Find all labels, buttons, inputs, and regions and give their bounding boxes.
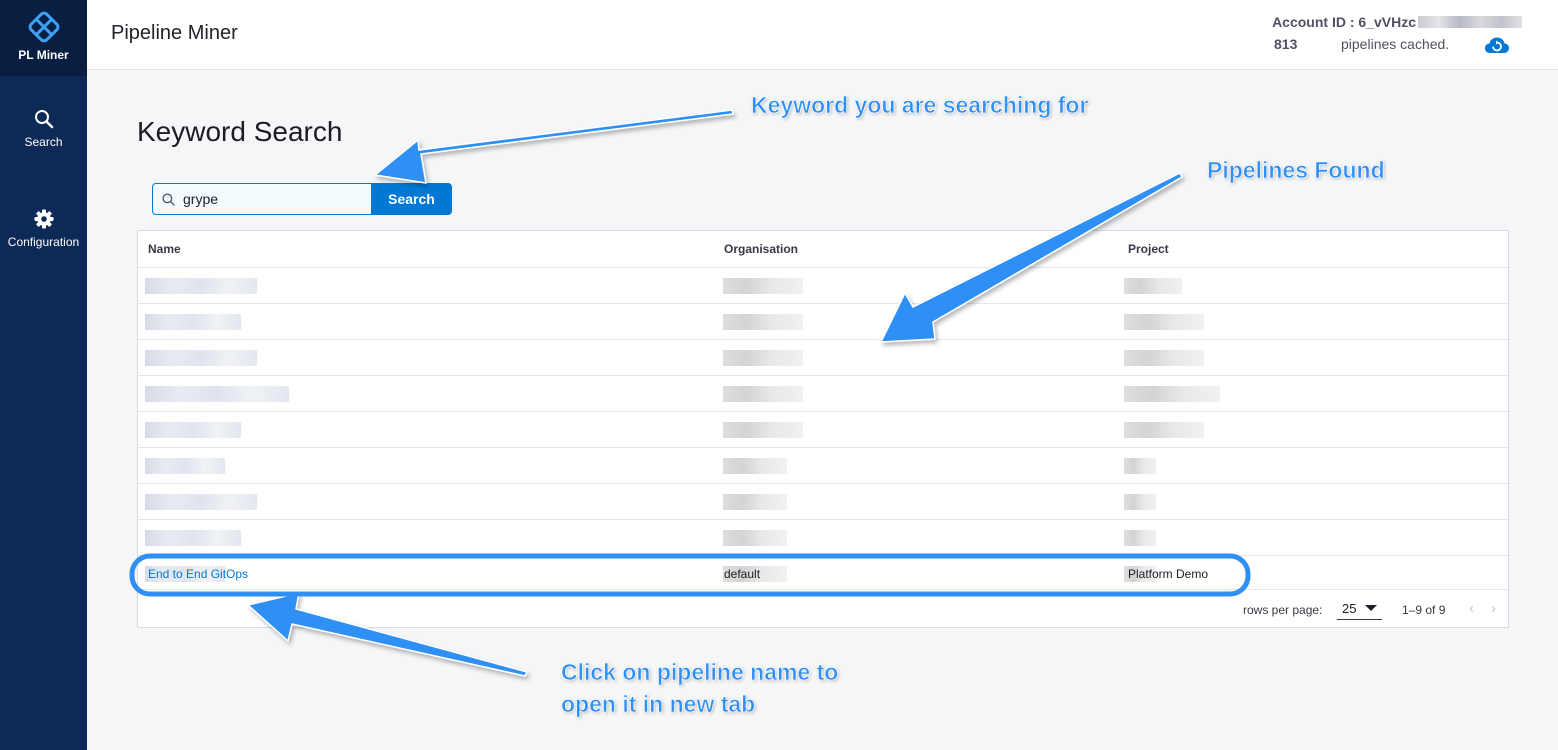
rows-per-page-value: 25 [1342,601,1357,616]
search-field[interactable] [152,183,372,215]
sidebar-item-configuration[interactable]: Configuration [0,209,87,249]
redacted-organisation-cell [723,278,803,294]
redacted-organisation-cell [723,386,803,402]
redacted-project-cell [1124,350,1204,366]
redacted-organisation-cell [723,314,803,330]
brand[interactable]: PL Miner [0,0,87,76]
annotation-pipelines-found: Pipelines Found [1207,157,1385,184]
sidebar-item-label: Configuration [7,235,80,249]
redacted-organisation-cell [723,458,787,474]
rows-per-page-label: rows per page: [1243,603,1323,617]
search-icon [162,192,175,206]
sidebar: PL Miner Search Configuration [0,0,87,750]
redacted-project-cell [1124,422,1204,438]
account-id: Account ID : 6_vVHzc [1272,14,1522,30]
redacted-name-cell[interactable] [145,386,289,402]
page-title: Keyword Search [137,116,343,147]
redacted-name-cell[interactable] [145,494,257,510]
table-row[interactable] [138,519,1508,555]
redacted-name-cell[interactable] [145,422,241,438]
cached-label: pipelines cached. [1341,36,1450,52]
account-id-label: Account ID : 6_vVHzc [1272,14,1416,30]
account-id-redacted [1418,16,1522,28]
logo-icon [28,11,59,43]
redacted-name-cell[interactable] [145,530,241,546]
redacted-organisation-cell [723,494,787,510]
brand-label: PL Miner [18,48,69,62]
top-bar: Pipeline Miner Account ID : 6_vVHzc 813 … [87,0,1558,70]
refresh-cloud-icon[interactable] [1484,36,1510,54]
pagination-range: 1–9 of 9 [1402,603,1446,617]
next-page-icon[interactable]: › [1491,600,1496,617]
table-row[interactable] [138,375,1508,411]
table-row[interactable] [138,483,1508,519]
arrow-keyword [373,109,734,184]
rows-per-page-select[interactable]: 25 [1337,598,1382,620]
redacted-name-cell[interactable] [145,350,257,366]
organisation-cell: default [724,567,761,581]
redacted-project-cell [1124,494,1156,510]
sidebar-item-search[interactable]: Search [0,109,87,149]
table-row[interactable] [138,411,1508,447]
project-cell: Platform Demo [1128,567,1209,581]
table-row[interactable]: End to End GitOps default Platform Demo [138,555,1508,591]
redacted-organisation-cell [723,350,803,366]
search-button[interactable]: Search [371,183,452,215]
table-row[interactable] [138,267,1508,303]
redacted-organisation-cell [723,530,787,546]
previous-page-icon[interactable]: ‹ [1469,600,1474,617]
search-icon [34,110,53,129]
redacted-project-cell [1124,278,1182,294]
cache-status: 813 pipelines cached. [1222,36,1522,56]
gear-icon [34,209,53,229]
pagination-bar: rows per page: 25 1–9 of 9 ‹ › [138,589,1508,627]
app-title: Pipeline Miner [111,22,238,44]
cached-count: 813 [1274,36,1298,52]
redacted-name-cell[interactable] [145,314,241,330]
sidebar-item-label: Search [24,135,63,149]
redacted-name-cell[interactable] [145,458,225,474]
search-input[interactable] [183,191,353,207]
redacted-name-cell[interactable] [145,278,257,294]
annotation-keyword: Keyword you are searching for [751,92,1089,119]
caret-down-icon [1365,605,1377,611]
annotation-click-line2: open it in new tab [561,691,756,718]
pipeline-name-link[interactable]: End to End GitOps [148,567,248,581]
table-row[interactable] [138,339,1508,375]
column-header-name[interactable]: Name [148,242,181,256]
column-header-organisation[interactable]: Organisation [724,242,798,256]
results-table: Name Organisation Project End to End Git… [137,230,1509,628]
account-info: Account ID : 6_vVHzc 813 pipelines cache… [1272,14,1522,53]
redacted-project-cell [1124,314,1204,330]
redacted-project-cell [1124,530,1156,546]
redacted-project-cell [1124,386,1220,402]
table-row[interactable] [138,447,1508,483]
annotation-click-line1: Click on pipeline name to [561,659,839,686]
redacted-organisation-cell [723,422,803,438]
table-row[interactable] [138,303,1508,339]
column-header-project[interactable]: Project [1128,242,1169,256]
redacted-project-cell [1124,458,1156,474]
